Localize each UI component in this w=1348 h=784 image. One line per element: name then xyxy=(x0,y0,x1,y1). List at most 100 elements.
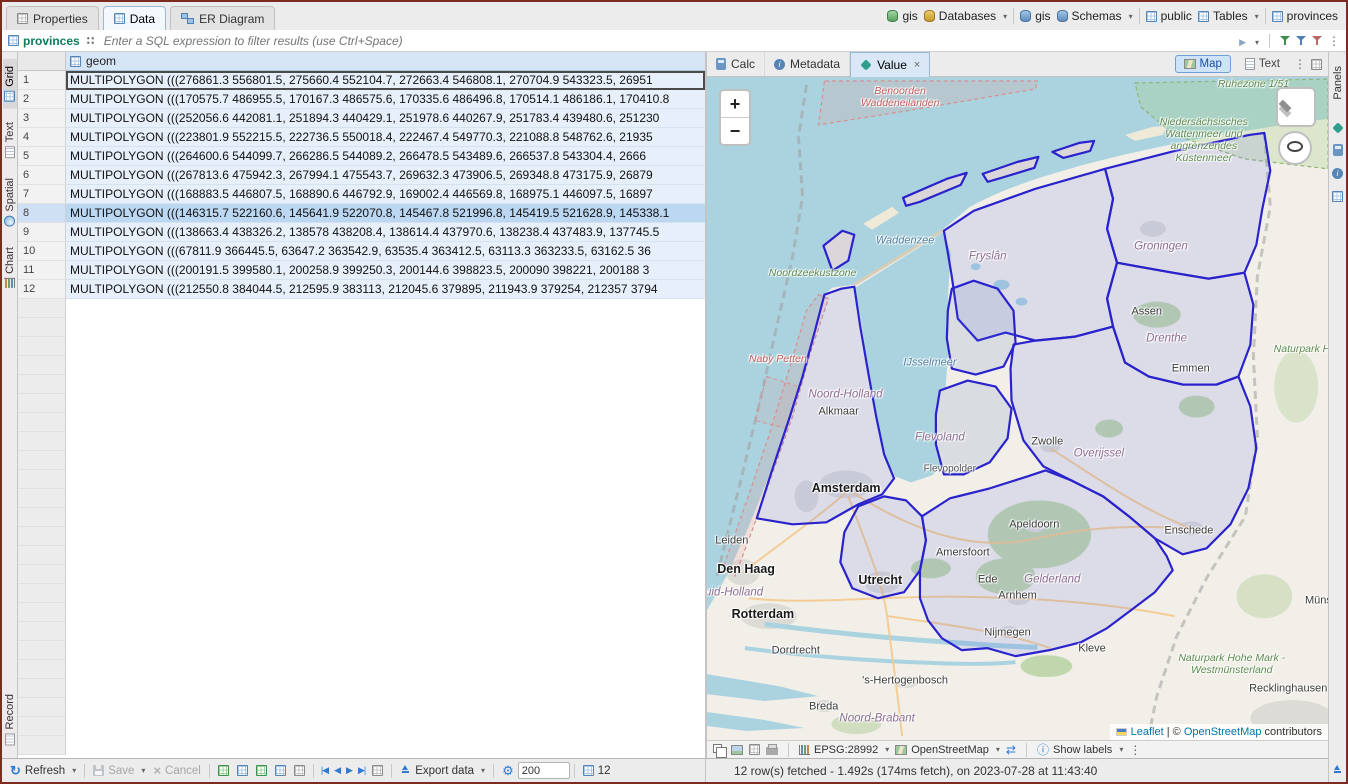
custom-filter-button[interactable] xyxy=(1296,35,1306,46)
map-menu-button[interactable] xyxy=(1129,744,1141,756)
grid-corner[interactable] xyxy=(18,52,66,71)
print-button[interactable] xyxy=(766,744,778,755)
layout-button[interactable] xyxy=(290,765,309,776)
refresh-button[interactable]: Refresh xyxy=(6,764,80,777)
row-number[interactable]: 3 xyxy=(18,109,66,128)
geom-cell[interactable]: MULTIPOLYGON (((67811.9 366445.5, 63647.… xyxy=(66,242,705,261)
table-row[interactable]: 7MULTIPOLYGON (((168883.5 446807.5, 1688… xyxy=(18,185,705,204)
grid-panel-icon[interactable] xyxy=(1332,191,1343,202)
row-number[interactable]: 4 xyxy=(18,128,66,147)
table-row[interactable]: 4MULTIPOLYGON (((223801.9 552215.5, 2227… xyxy=(18,128,705,147)
breadcrumb-schema[interactable]: public xyxy=(1146,9,1192,23)
row-number[interactable]: 8 xyxy=(18,204,66,223)
open-console-icon[interactable] xyxy=(1332,765,1343,776)
geom-cell[interactable]: MULTIPOLYGON (((267813.6 475942.3, 26799… xyxy=(66,166,705,185)
map-view-button[interactable]: Map xyxy=(1175,55,1231,73)
panel-layout-icon[interactable] xyxy=(1311,59,1322,70)
row-number[interactable]: 12 xyxy=(18,280,66,299)
settings-button[interactable] xyxy=(498,764,518,777)
breadcrumb-table[interactable]: provinces xyxy=(1272,9,1338,23)
text-view-button[interactable]: Text xyxy=(1236,55,1289,73)
save-image-button[interactable] xyxy=(731,745,743,755)
layers-control[interactable] xyxy=(1276,87,1316,127)
row-number[interactable]: 11 xyxy=(18,261,66,280)
grid-view-button[interactable] xyxy=(749,744,760,755)
breadcrumb-schemas[interactable]: Schemas xyxy=(1057,9,1133,23)
column-header-geom[interactable]: geom xyxy=(66,52,705,71)
sql-filter-input[interactable] xyxy=(102,33,1233,49)
close-icon[interactable]: × xyxy=(914,59,920,71)
geom-cell[interactable]: MULTIPOLYGON (((170575.7 486955.5, 17016… xyxy=(66,90,705,109)
calc-panel-icon[interactable] xyxy=(1333,144,1343,156)
breadcrumb-databases[interactable]: Databases xyxy=(924,9,1007,23)
add-row-button[interactable] xyxy=(214,765,233,776)
tab-er-diagram[interactable]: ER Diagram xyxy=(170,6,275,30)
row-number[interactable]: 9 xyxy=(18,223,66,242)
save-button[interactable]: Save xyxy=(89,765,149,777)
active-table-label[interactable]: provinces xyxy=(8,34,80,48)
panel-menu-icon[interactable] xyxy=(1294,58,1306,70)
tab-calc[interactable]: Calc xyxy=(707,52,765,76)
clear-filter-button[interactable] xyxy=(1312,35,1322,46)
row-number[interactable]: 10 xyxy=(18,242,66,261)
tab-properties[interactable]: Properties xyxy=(6,6,99,30)
row-number[interactable]: 7 xyxy=(18,185,66,204)
tab-chart[interactable]: Chart xyxy=(3,240,17,295)
filter-menu-icon[interactable] xyxy=(1328,35,1340,47)
breadcrumb-connection[interactable]: gis xyxy=(887,9,917,23)
geom-cell[interactable]: MULTIPOLYGON (((212550.8 384044.5, 21259… xyxy=(66,280,705,299)
basemap-selector[interactable]: OpenStreetMap xyxy=(895,744,1000,756)
last-row-button[interactable]: ▶| xyxy=(355,765,368,776)
leaflet-link[interactable]: Leaflet xyxy=(1131,726,1164,738)
zoom-in-button[interactable]: + xyxy=(721,91,749,118)
previous-row-button[interactable]: ◀ xyxy=(331,765,343,776)
expand-filter-icon[interactable] xyxy=(86,36,96,46)
table-row[interactable]: 12MULTIPOLYGON (((212550.8 384044.5, 212… xyxy=(18,280,705,299)
tab-text[interactable]: Text xyxy=(3,115,17,165)
export-data-button[interactable]: Export data xyxy=(396,765,489,777)
delete-row-button[interactable] xyxy=(252,765,271,776)
geom-cell[interactable]: MULTIPOLYGON (((200191.5 399580.1, 20025… xyxy=(66,261,705,280)
table-row[interactable]: 6MULTIPOLYGON (((267813.6 475942.3, 2679… xyxy=(18,166,705,185)
value-panel-icon[interactable] xyxy=(1332,122,1343,133)
fetch-page-button[interactable] xyxy=(368,765,387,776)
table-row[interactable]: 11MULTIPOLYGON (((200191.5 399580.1, 200… xyxy=(18,261,705,280)
breadcrumb-database[interactable]: gis xyxy=(1020,9,1050,23)
table-row[interactable]: 1MULTIPOLYGON (((276861.3 556801.5, 2756… xyxy=(18,71,705,90)
geom-cell[interactable]: MULTIPOLYGON (((264600.6 544099.7, 26628… xyxy=(66,147,705,166)
save-filter-button[interactable] xyxy=(1280,35,1290,46)
row-number[interactable]: 5 xyxy=(18,147,66,166)
table-row[interactable]: 5MULTIPOLYGON (((264600.6 544099.7, 2662… xyxy=(18,147,705,166)
cancel-button[interactable]: Cancel xyxy=(149,764,204,777)
row-number[interactable]: 6 xyxy=(18,166,66,185)
tab-value[interactable]: Value × xyxy=(850,52,930,77)
apply-filter-button[interactable] xyxy=(1239,35,1246,47)
next-row-button[interactable]: ▶ xyxy=(343,765,355,776)
metadata-panel-icon[interactable] xyxy=(1332,168,1343,179)
duplicate-row-button[interactable] xyxy=(233,765,252,776)
panels-toggle[interactable]: Panels xyxy=(1331,59,1345,107)
geom-cell[interactable]: MULTIPOLYGON (((146315.7 522160.6, 14564… xyxy=(66,204,705,223)
table-row[interactable]: 2MULTIPOLYGON (((170575.7 486955.5, 1701… xyxy=(18,90,705,109)
table-row[interactable]: 8MULTIPOLYGON (((146315.7 522160.6, 1456… xyxy=(18,204,705,223)
breadcrumb-tables[interactable]: Tables xyxy=(1198,9,1259,23)
geom-cell[interactable]: MULTIPOLYGON (((252056.6 442081.1, 25189… xyxy=(66,109,705,128)
tab-grid[interactable]: Grid xyxy=(3,59,17,109)
table-row[interactable]: 10MULTIPOLYGON (((67811.9 366445.5, 6364… xyxy=(18,242,705,261)
tab-record[interactable]: Record xyxy=(3,687,17,752)
geom-cell[interactable]: MULTIPOLYGON (((138663.4 438326.2, 13857… xyxy=(66,223,705,242)
tab-metadata[interactable]: Metadata xyxy=(765,52,850,76)
geom-cell[interactable]: MULTIPOLYGON (((168883.5 446807.5, 16889… xyxy=(66,185,705,204)
geom-cell[interactable]: MULTIPOLYGON (((223801.9 552215.5, 22273… xyxy=(66,128,705,147)
geom-cell[interactable]: MULTIPOLYGON (((276861.3 556801.5, 27566… xyxy=(66,71,705,90)
filter-history-dropdown[interactable] xyxy=(1252,32,1259,50)
show-labels-toggle[interactable]: Show labels xyxy=(1037,744,1123,756)
copy-map-button[interactable] xyxy=(713,744,725,755)
zoom-out-button[interactable]: − xyxy=(721,118,749,144)
first-row-button[interactable]: |◀ xyxy=(318,765,331,776)
fetch-size-input[interactable] xyxy=(518,762,570,779)
row-number[interactable]: 1 xyxy=(18,71,66,90)
row-number[interactable]: 2 xyxy=(18,90,66,109)
tab-data[interactable]: Data xyxy=(103,6,166,30)
map-viewport[interactable]: Benoorden WaddeneilandenRuhezone 1/51Nie… xyxy=(707,77,1328,740)
